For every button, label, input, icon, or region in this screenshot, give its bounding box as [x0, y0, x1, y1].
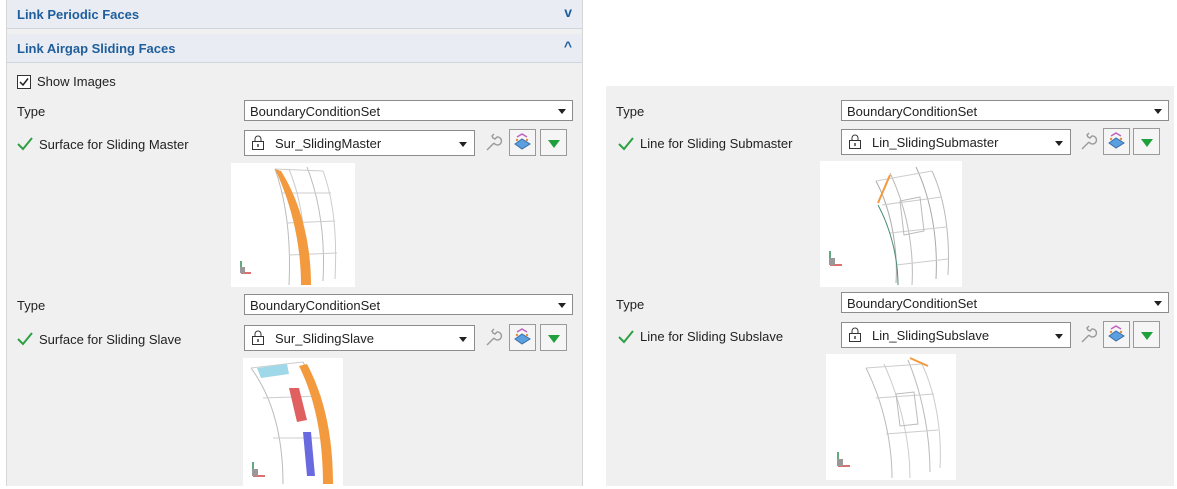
- wrench-icon: [1081, 325, 1098, 343]
- surface-master-label: Surface for Sliding Master: [39, 137, 189, 152]
- pick-button[interactable]: [1103, 321, 1130, 348]
- dropdown-green-button[interactable]: [540, 129, 567, 156]
- chevron-down-icon: [459, 142, 467, 147]
- type-value: BoundaryConditionSet: [250, 298, 381, 313]
- chevron-up-icon[interactable]: ^: [564, 38, 572, 54]
- wrench-button[interactable]: [1074, 129, 1101, 156]
- wrench-icon: [1081, 132, 1098, 150]
- line-submaster-select[interactable]: Lin_SlidingSubmaster: [841, 129, 1071, 155]
- type-label: Type: [17, 298, 46, 313]
- surface-slave-value: Sur_SlidingSlave: [275, 331, 375, 346]
- checkbox-icon[interactable]: [17, 75, 31, 89]
- wrench-icon: [486, 133, 503, 151]
- axis-icon: [829, 251, 842, 266]
- axis-icon: [240, 261, 251, 274]
- line-subslave-label: Line for Sliding Subslave: [640, 329, 784, 344]
- pick-button[interactable]: [509, 324, 536, 351]
- wrench-button[interactable]: [479, 325, 506, 352]
- dropdown-green-button[interactable]: [1133, 321, 1160, 348]
- chevron-down-icon: [558, 303, 566, 308]
- line-subslave-image: [826, 354, 956, 480]
- check-icon: [618, 137, 634, 151]
- type-value: BoundaryConditionSet: [250, 104, 381, 119]
- wrench-button[interactable]: [1074, 322, 1101, 349]
- check-icon: [17, 137, 33, 151]
- dropdown-green-icon: [1141, 332, 1153, 340]
- pick-icon: [1108, 325, 1125, 342]
- surface-slave-image: [243, 358, 343, 486]
- check-icon: [618, 330, 634, 344]
- lock-icon: [849, 327, 861, 342]
- pick-button[interactable]: [509, 129, 536, 156]
- pick-icon: [1108, 132, 1125, 149]
- dropdown-green-icon: [548, 335, 560, 343]
- surface-master-select[interactable]: Sur_SlidingMaster: [244, 130, 475, 156]
- section-title: Link Periodic Faces: [17, 7, 140, 22]
- type-label: Type: [17, 104, 46, 119]
- dropdown-green-button[interactable]: [1133, 128, 1160, 155]
- type-label: Type: [616, 297, 645, 312]
- chevron-down-icon: [1154, 109, 1162, 114]
- section-link-airgap-sliding-faces[interactable]: Link Airgap Sliding Faces ^: [7, 34, 582, 63]
- type-value: BoundaryConditionSet: [847, 296, 978, 311]
- chevron-down-icon: [558, 109, 566, 114]
- line-subslave-select[interactable]: Lin_SlidingSubslave: [841, 322, 1071, 348]
- chevron-down-icon: [459, 337, 467, 342]
- line-submaster-image: [820, 161, 962, 287]
- pick-icon: [514, 328, 531, 345]
- axis-icon: [837, 452, 850, 467]
- lock-icon: [849, 134, 861, 149]
- type-value: BoundaryConditionSet: [847, 104, 978, 119]
- line-submaster-value: Lin_SlidingSubmaster: [872, 135, 999, 150]
- dropdown-green-button[interactable]: [540, 324, 567, 351]
- type-dropdown[interactable]: BoundaryConditionSet: [244, 100, 573, 121]
- dropdown-green-icon: [1141, 139, 1153, 147]
- chevron-down-icon[interactable]: v: [564, 4, 572, 20]
- chevron-down-icon: [1055, 141, 1063, 146]
- line-subslave-value: Lin_SlidingSubslave: [872, 328, 990, 343]
- chevron-down-icon: [1154, 301, 1162, 306]
- type-label: Type: [616, 104, 645, 119]
- left-panel: Link Periodic Faces v Link Airgap Slidin…: [6, 0, 583, 486]
- lock-icon: [252, 330, 264, 345]
- surface-slave-label: Surface for Sliding Slave: [39, 332, 182, 347]
- right-panel: Type BoundaryConditionSet Line for Slidi…: [606, 86, 1174, 486]
- pick-icon: [514, 133, 531, 150]
- type-dropdown[interactable]: BoundaryConditionSet: [244, 294, 573, 315]
- section-link-periodic-faces[interactable]: Link Periodic Faces v: [7, 0, 582, 29]
- type-dropdown[interactable]: BoundaryConditionSet: [841, 100, 1169, 121]
- chevron-down-icon: [1055, 334, 1063, 339]
- wrench-icon: [486, 328, 503, 346]
- surface-slave-select[interactable]: Sur_SlidingSlave: [244, 325, 475, 351]
- surface-master-image: [231, 163, 355, 287]
- dropdown-green-icon: [548, 140, 560, 148]
- type-dropdown[interactable]: BoundaryConditionSet: [841, 292, 1169, 313]
- check-icon: [17, 332, 33, 346]
- lock-icon: [252, 135, 264, 150]
- show-images-label: Show Images: [37, 74, 116, 89]
- surface-master-value: Sur_SlidingMaster: [275, 136, 382, 151]
- line-submaster-label: Line for Sliding Submaster: [640, 136, 793, 151]
- axis-icon: [252, 462, 265, 477]
- wrench-button[interactable]: [479, 130, 506, 157]
- pick-button[interactable]: [1103, 128, 1130, 155]
- section-title: Link Airgap Sliding Faces: [17, 41, 176, 56]
